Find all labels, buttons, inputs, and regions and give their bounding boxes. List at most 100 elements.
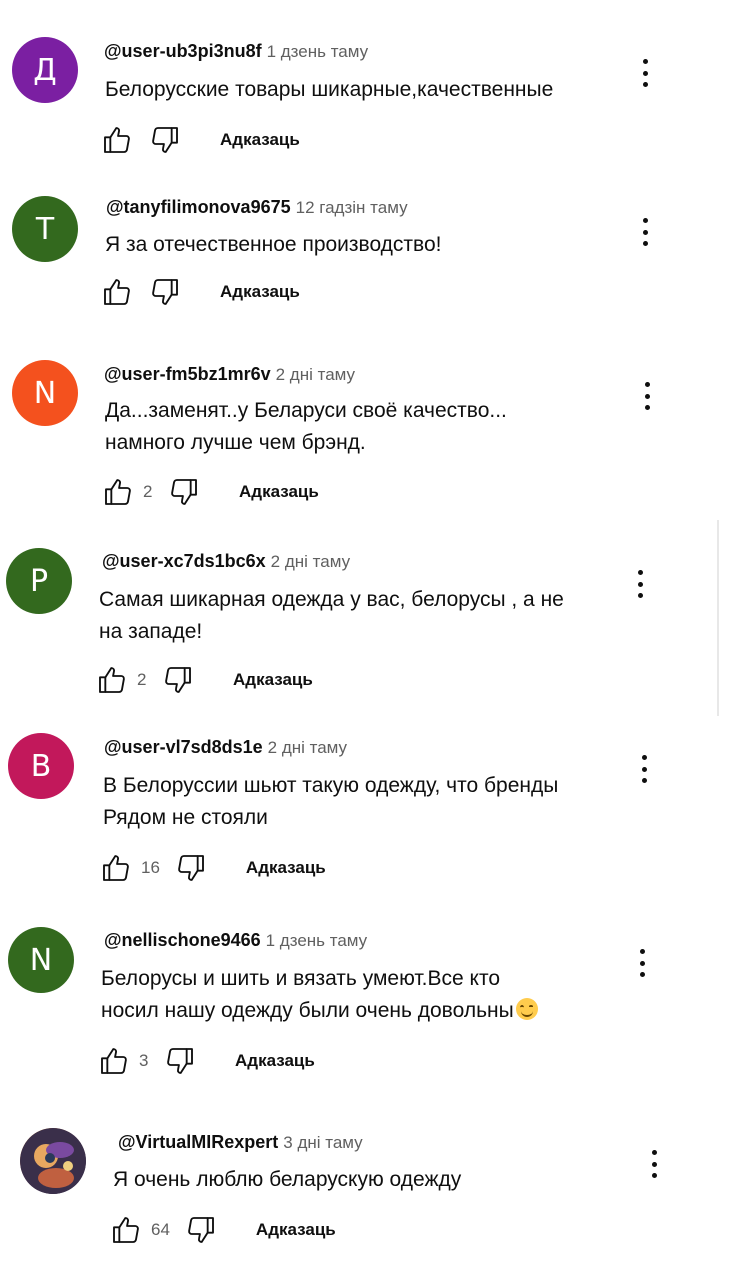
like-count: 3 (139, 1051, 149, 1070)
comment-timestamp[interactable]: 12 гадзін таму (296, 198, 408, 217)
comment-text: В Белоруссии шьют такую одежду, что брен… (103, 770, 643, 834)
avatar[interactable] (20, 1128, 86, 1194)
comment-text-line: намного лучше чем брэнд. (105, 427, 645, 459)
comment-timestamp[interactable]: 2 дні таму (271, 552, 350, 571)
comment-meta: @user-vl7sd8ds1e 2 дні таму (104, 736, 347, 759)
comment-author-handle[interactable]: @user-vl7sd8ds1e (104, 737, 263, 757)
reply-button[interactable]: Адказаць (239, 482, 319, 502)
comment-text: Самая шикарная одежда у вас, белорусы , … (99, 584, 639, 648)
thumbs-down-icon[interactable] (161, 663, 195, 697)
thumbs-down-icon[interactable] (163, 1044, 197, 1078)
reply-button[interactable]: Адказаць (246, 858, 326, 878)
like-count: 16 (141, 858, 160, 877)
comment-author-handle[interactable]: @nellischone9466 (104, 930, 261, 950)
like-count: 2 (143, 482, 153, 501)
comment-timestamp[interactable]: 2 дні таму (276, 365, 355, 384)
avatar[interactable]: P (6, 548, 72, 614)
more-vertical-icon[interactable] (642, 1146, 666, 1182)
comment-text-line-content: Самая шикарная одежда у вас, белорусы , … (99, 588, 564, 611)
comment-text: Белорусы и шить и вязать умеют.Все кто но… (101, 963, 641, 1027)
more-vertical-icon[interactable] (630, 945, 654, 981)
avatar-letter: N (29, 942, 53, 978)
comment-text-line-content: Да...заменят..у Беларуси своё качество..… (105, 399, 507, 422)
avatar-letter: N (33, 375, 57, 411)
comment-meta: @user-xc7ds1bc6x 2 дні таму (102, 550, 350, 573)
more-vertical-icon[interactable] (628, 566, 652, 602)
comment-text-line-content: Рядом не стояли (103, 806, 268, 829)
thumbs-up-icon[interactable] (109, 1213, 143, 1247)
comment-text-line-content: на западе! (99, 620, 203, 643)
reply-button[interactable]: Адказаць (220, 130, 300, 150)
thumbs-up-icon[interactable] (100, 123, 134, 157)
smiling-face-emoji (515, 998, 538, 1020)
comment-author-handle[interactable]: @user-ub3pi3nu8f (104, 41, 262, 61)
comment-text-line-content: Белорусские товары шикарные,качественные (105, 78, 554, 101)
thumbs-down-icon[interactable] (148, 123, 182, 157)
thumbs-down-icon[interactable] (167, 475, 201, 509)
more-vertical-icon[interactable] (632, 751, 656, 787)
avatar[interactable]: T (12, 196, 78, 262)
thumbs-up-icon[interactable] (97, 1044, 131, 1078)
avatar-letter: B (30, 748, 52, 784)
avatar[interactable]: Д (12, 37, 78, 103)
comments-page: Д @user-ub3pi3nu8f 1 дзень таму Белорусские… (0, 0, 732, 1274)
avatar-letter: P (29, 563, 49, 599)
profile-photo-image (20, 1128, 86, 1194)
comment-meta: @nellischone9466 1 дзень таму (104, 929, 367, 952)
comment-item: @VirtualMIRexpert 3 дні таму Я очень люблю… (0, 1120, 732, 1274)
avatar[interactable]: B (8, 733, 74, 799)
comment-text-line: В Белоруссии шьют такую одежду, что брен… (103, 770, 643, 802)
reply-button[interactable]: Адказаць (256, 1220, 336, 1240)
comment-actions: 16 Адказаць (99, 851, 326, 885)
thumbs-up-icon[interactable] (101, 475, 135, 509)
reply-button[interactable]: Адказаць (220, 282, 300, 302)
comment-text-line-content: намного лучше чем брэнд. (105, 431, 366, 454)
thumbs-up-icon[interactable] (99, 851, 133, 885)
comment-text-line-content: В Белоруссии шьют такую одежду, что брен… (103, 774, 559, 797)
comment-item: P @user-xc7ds1bc6x 2 дні таму Самая шикарна… (0, 537, 732, 727)
comment-text: Я за отечественное производство! (105, 229, 645, 261)
comment-text: Я очень люблю беларускую одежду (113, 1164, 653, 1196)
comment-text: Белорусские товары шикарные,качественные (105, 74, 645, 106)
comment-timestamp[interactable]: 3 дні таму (283, 1133, 362, 1152)
avatar-letter: T (35, 211, 55, 247)
comment-text-line: Я за отечественное производство! (105, 229, 645, 261)
comment-text-line: Да...заменят..у Беларуси своё качество..… (105, 395, 645, 427)
comment-actions: 3 Адказаць (97, 1044, 315, 1078)
comment-text-line: Белорусские товары шикарные,качественные (105, 74, 645, 106)
comment-timestamp[interactable]: 1 дзень таму (266, 931, 368, 950)
comment-text-line: на западе! (99, 616, 639, 648)
avatar[interactable]: N (12, 360, 78, 426)
comment-text-line: Белорусы и шить и вязать умеют.Все кто (101, 963, 641, 995)
comment-actions: 2 Адказаць (95, 663, 313, 697)
comment-actions: Адказаць (100, 123, 300, 157)
comment-timestamp[interactable]: 1 дзень таму (267, 42, 369, 61)
comment-author-handle[interactable]: @user-fm5bz1mr6v (104, 364, 271, 384)
thumbs-down-icon[interactable] (184, 1213, 218, 1247)
thumbs-down-icon[interactable] (174, 851, 208, 885)
avatar-letter: Д (33, 52, 57, 88)
comment-text-line-content: Белорусы и шить и вязать умеют.Все кто (101, 967, 500, 990)
comment-text-line: Рядом не стояли (103, 802, 643, 834)
more-vertical-icon[interactable] (633, 55, 657, 91)
comment-author-handle[interactable]: @VirtualMIRexpert (118, 1132, 278, 1152)
comment-author-handle[interactable]: @user-xc7ds1bc6x (102, 551, 266, 571)
thumbs-down-icon[interactable] (148, 275, 182, 309)
more-vertical-icon[interactable] (633, 214, 657, 250)
reply-button[interactable]: Адказаць (233, 670, 313, 690)
like-count: 64 (151, 1220, 170, 1239)
comment-author-handle[interactable]: @tanyfilimonova9675 (106, 197, 291, 217)
comment-item: T @tanyfilimonova9675 12 гадзін таму Я за о… (0, 182, 732, 372)
comment-actions: Адказаць (100, 275, 300, 309)
comment-text-line-content: носил нашу одежду были очень довольны (101, 999, 514, 1022)
comment-item: B @user-vl7sd8ds1e 2 дні таму В Белоруссии … (0, 725, 732, 915)
comment-timestamp[interactable]: 2 дні таму (268, 738, 347, 757)
comment-item: N @user-fm5bz1mr6v 2 дні таму Да...заменят.… (0, 350, 732, 540)
avatar[interactable]: N (8, 927, 74, 993)
like-count: 2 (137, 670, 147, 689)
reply-button[interactable]: Адказаць (235, 1051, 315, 1071)
thumbs-up-icon[interactable] (95, 663, 129, 697)
thumbs-up-icon[interactable] (100, 275, 134, 309)
comment-item: N @nellischone9466 1 дзень таму Белорусы и … (0, 918, 732, 1108)
more-vertical-icon[interactable] (635, 378, 659, 414)
